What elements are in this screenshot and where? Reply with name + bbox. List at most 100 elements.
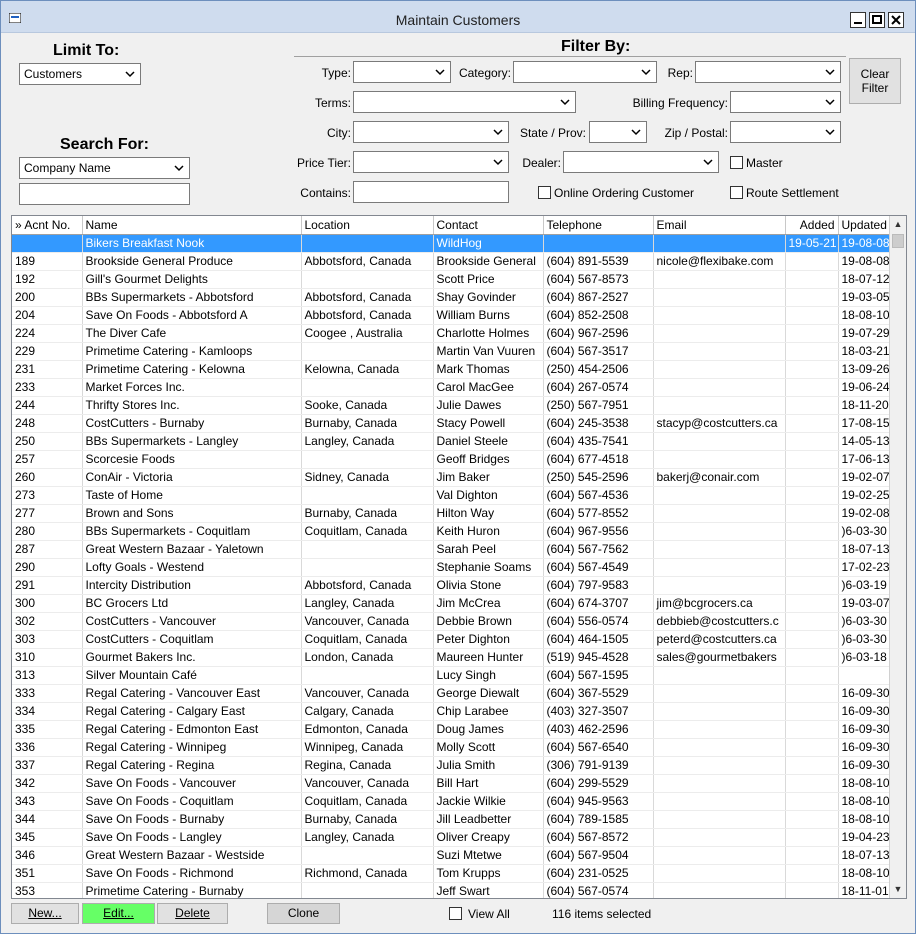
table-row[interactable]: 233 Market Forces Inc. Carol MacGee (604) 2…: [12, 378, 891, 397]
column-header-email[interactable]: Email: [653, 216, 786, 235]
delete-button[interactable]: Delete: [157, 903, 228, 924]
table-row[interactable]: 189 Brookside General Produce Abbotsford, …: [12, 252, 891, 271]
price-tier-select[interactable]: [353, 151, 509, 173]
table-row[interactable]: 303 CostCutters - Coquitlam Coquitlam, Can…: [12, 630, 891, 649]
scroll-down-icon[interactable]: ▼: [890, 881, 906, 898]
limit-to-select[interactable]: Customers: [19, 63, 141, 85]
cell-acnt-no: 335: [12, 720, 83, 739]
clear-filter-button[interactable]: Clear Filter: [849, 58, 901, 104]
table-row[interactable]: 287 Great Western Bazaar - Yaletown Sarah …: [12, 540, 891, 559]
table-row[interactable]: 280 BBs Supermarkets - Coquitlam Coquitlam…: [12, 522, 891, 541]
table-row[interactable]: 291 Intercity Distribution Abbotsford, Can…: [12, 576, 891, 595]
column-header-added[interactable]: Added: [785, 216, 839, 235]
table-row[interactable]: 290 Lofty Goals - Westend Stephanie Soams(…: [12, 558, 891, 577]
table-row[interactable]: 273 Taste of Home Val Dighton (604) 567-453…: [12, 486, 891, 505]
cell-location: Coquitlam, Canada: [301, 630, 434, 649]
new-button[interactable]: New...: [11, 903, 79, 924]
terms-select[interactable]: [353, 91, 576, 113]
column-header-acnt-no[interactable]: » Acnt No.: [12, 216, 83, 235]
chevron-down-icon: [703, 159, 713, 166]
table-row[interactable]: 313 Silver Mountain Café Lucy Singh (604) 5…: [12, 666, 891, 685]
contains-input[interactable]: [353, 181, 509, 203]
table-row[interactable]: 336 Regal Catering - Winnipeg Winnipeg, Ca…: [12, 738, 891, 757]
column-header-updated[interactable]: Updated: [838, 216, 891, 235]
table-row[interactable]: 231 Primetime Catering - Kelowna Kelowna, …: [12, 360, 891, 379]
minimize-button[interactable]: [850, 12, 866, 28]
table-row[interactable]: 342 Save On Foods - Vancouver Vancouver, C…: [12, 774, 891, 793]
table-row[interactable]: 229 Primetime Catering - Kamloops Martin V…: [12, 342, 891, 361]
online-ordering-checkbox[interactable]: [538, 186, 551, 199]
route-settlement-checkbox[interactable]: [730, 186, 743, 199]
table-row[interactable]: 204 Save On Foods - Abbotsford A Abbotsfor…: [12, 306, 891, 325]
table-row[interactable]: 260 ConAir - Victoria Sidney, Canada Jim Ba…: [12, 468, 891, 487]
column-header-name[interactable]: Name: [82, 216, 302, 235]
maximize-button[interactable]: [869, 12, 885, 28]
clone-button[interactable]: Clone: [267, 903, 340, 924]
table-row[interactable]: 200 BBs Supermarkets - Abbotsford Abbotsfo…: [12, 288, 891, 307]
cell-contact: Olivia Stone: [433, 576, 544, 595]
table-row[interactable]: 337 Regal Catering - Regina Regina, Canada…: [12, 756, 891, 775]
table-row[interactable]: 335 Regal Catering - Edmonton East Edmonto…: [12, 720, 891, 739]
table-row[interactable]: Bikers Breakfast Nook WildHog 19-05-21 19-0…: [12, 234, 891, 253]
scroll-up-icon[interactable]: ▲: [890, 216, 906, 233]
table-row[interactable]: 248 CostCutters - Burnaby Burnaby, Canada S…: [12, 414, 891, 433]
table-row[interactable]: 300 BC Grocers Ltd Langley, Canada Jim McCr…: [12, 594, 891, 613]
rep-select[interactable]: [695, 61, 841, 83]
minimize-icon: [854, 22, 862, 24]
master-checkbox[interactable]: [730, 156, 743, 169]
table-row[interactable]: 353 Primetime Catering - Burnaby Jeff Swar…: [12, 882, 891, 898]
cell-updated: 16-09-30: [838, 756, 891, 775]
table-row[interactable]: 224 The Diver Cafe Coogee , Australia Charl…: [12, 324, 891, 343]
billing-frequency-select[interactable]: [730, 91, 841, 113]
table-row[interactable]: 302 CostCutters - Vancouver Vancouver, Can…: [12, 612, 891, 631]
cell-acnt-no: 273: [12, 486, 83, 505]
dealer-select[interactable]: [563, 151, 719, 173]
cell-contact: Jim McCrea: [433, 594, 544, 613]
close-button[interactable]: [888, 12, 904, 28]
table-row[interactable]: 344 Save On Foods - Burnaby Burnaby, Canad…: [12, 810, 891, 829]
column-header-contact[interactable]: Contact: [433, 216, 544, 235]
cell-acnt-no: 342: [12, 774, 83, 793]
column-header-telephone[interactable]: Telephone: [543, 216, 654, 235]
table-row[interactable]: 346 Great Western Bazaar - Westside Suzi M…: [12, 846, 891, 865]
table-row[interactable]: 333 Regal Catering - Vancouver East Vancou…: [12, 684, 891, 703]
table-row[interactable]: 277 Brown and Sons Burnaby, Canada Hilton W…: [12, 504, 891, 523]
category-select[interactable]: [513, 61, 657, 83]
search-input[interactable]: [19, 183, 190, 205]
cell-contact: Scott Price: [433, 270, 544, 289]
cell-contact: Martin Van Vuuren: [433, 342, 544, 361]
cell-updated: 18-11-20: [838, 396, 891, 415]
scroll-thumb[interactable]: [892, 234, 904, 248]
view-all-checkbox[interactable]: [449, 907, 462, 920]
table-row[interactable]: 351 Save On Foods - Richmond Richmond, Can…: [12, 864, 891, 883]
chevron-down-icon: [493, 129, 503, 136]
table-row[interactable]: 257 Scorcesie Foods Geoff Bridges (604) 677…: [12, 450, 891, 469]
state-prov-select[interactable]: [589, 121, 647, 143]
city-select[interactable]: [353, 121, 509, 143]
table-row[interactable]: 343 Save On Foods - Coquitlam Coquitlam, C…: [12, 792, 891, 811]
column-header-location[interactable]: Location: [301, 216, 434, 235]
cell-email: [653, 720, 786, 739]
vertical-scrollbar[interactable]: ▲ ▼: [889, 216, 906, 898]
table-row[interactable]: 244 Thrifty Stores Inc. Sooke, Canada Julie…: [12, 396, 891, 415]
cell-email: [653, 432, 786, 451]
cell-added: [785, 756, 839, 775]
cell-telephone: (250) 567-7951: [543, 396, 654, 415]
cell-added: [785, 396, 839, 415]
cell-name: Gourmet Bakers Inc.: [82, 648, 302, 667]
cell-email: [653, 540, 786, 559]
table-row[interactable]: 192 Gill's Gourmet Delights Scott Price (60…: [12, 270, 891, 289]
table-row[interactable]: 310 Gourmet Bakers Inc. London, Canada Maur…: [12, 648, 891, 667]
customers-table[interactable]: » Acnt No. Name Location Contact Telepho…: [11, 215, 907, 899]
table-row[interactable]: 334 Regal Catering - Calgary East Calgary,…: [12, 702, 891, 721]
edit-button[interactable]: Edit...: [82, 903, 155, 924]
table-row[interactable]: 345 Save On Foods - Langley Langley, Canad…: [12, 828, 891, 847]
search-field-select[interactable]: Company Name: [19, 157, 190, 179]
cell-email: [653, 342, 786, 361]
table-row[interactable]: 250 BBs Supermarkets - Langley Langley, Ca…: [12, 432, 891, 451]
cell-added: [785, 774, 839, 793]
zip-postal-select[interactable]: [730, 121, 841, 143]
cell-added: [785, 558, 839, 577]
cell-location: [301, 882, 434, 898]
type-select[interactable]: [353, 61, 451, 83]
